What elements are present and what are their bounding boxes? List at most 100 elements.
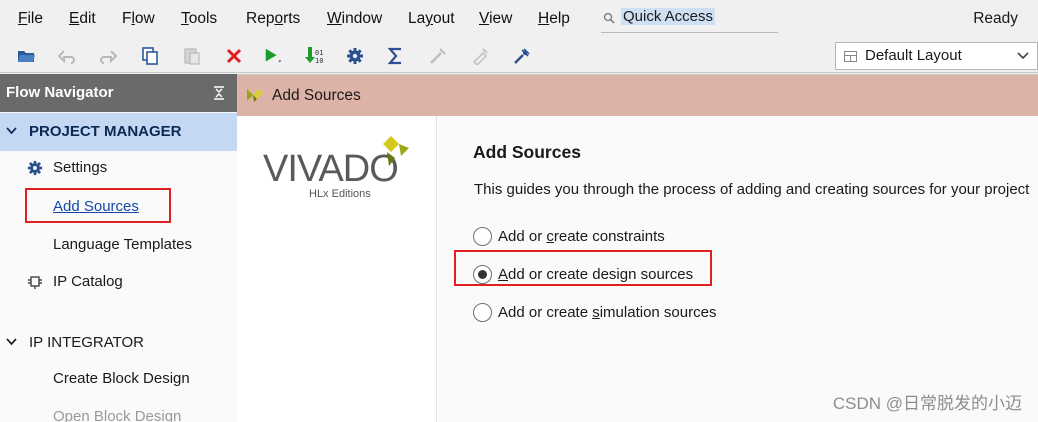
watermark: CSDN @日常脱发的小迈 — [832, 394, 1022, 413]
flow-navigator-header: Flow Navigator — [0, 74, 237, 112]
radio-constraints[interactable]: Add or create constraints — [473, 227, 665, 246]
menu-view-text-rest: iew — [489, 10, 513, 27]
chevron-down-icon — [6, 127, 17, 135]
gear-icon — [347, 48, 363, 64]
tool-button-disabled-2[interactable] — [470, 46, 490, 66]
menu-file[interactable]: File — [18, 10, 43, 28]
radio-button-simulation-sources[interactable] — [473, 303, 492, 322]
download-bits-icon: 0110 — [305, 47, 323, 65]
paste-icon — [184, 48, 200, 65]
debug-button[interactable] — [512, 46, 532, 66]
dialog-title-bar: Add Sources — [237, 74, 1038, 116]
menu-view[interactable]: View — [479, 10, 512, 28]
menu-window-mnemonic: W — [327, 10, 342, 27]
radio-label-simulation-sources: Add or create simulation sources — [498, 304, 716, 321]
nav-item-create-block-design[interactable]: Create Block Design — [53, 370, 190, 387]
menu-bar: File Edit Flow Tools Reports Window Layo… — [0, 0, 1038, 38]
menu-layout-mnemonic: y — [425, 10, 433, 27]
program-device-button[interactable]: 01 10 — [303, 46, 323, 66]
radio-design-sources[interactable]: Add or create design sources — [473, 265, 693, 284]
redo-icon — [100, 50, 117, 64]
nav-item-open-block-design: Open Block Design — [53, 408, 182, 422]
paste-button[interactable] — [182, 46, 202, 66]
menu-reports-mnemonic: o — [274, 10, 284, 27]
menu-edit-mnemonic: E — [69, 10, 80, 27]
radio-label-constraints: Add or create constraints — [498, 228, 665, 245]
menu-edit[interactable]: Edit — [69, 10, 96, 28]
svg-text:01: 01 — [315, 49, 323, 57]
section-project-manager[interactable]: PROJECT MANAGER — [0, 113, 237, 151]
menu-tools[interactable]: Tools — [181, 10, 217, 28]
nav-item-settings-label: Settings — [53, 159, 108, 176]
undo-icon — [58, 50, 75, 64]
radio-label-design-mnemonic: A — [498, 266, 509, 283]
flow-navigator-title: Flow Navigator — [6, 84, 114, 101]
radio-label-constraints-post: reate constraints — [553, 228, 665, 245]
delete-button[interactable] — [224, 46, 244, 66]
open-project-button[interactable] — [17, 46, 37, 66]
menu-reports-text: Rep — [246, 10, 275, 27]
menu-flow-text-rest: ow — [134, 10, 155, 27]
wand-icon — [430, 48, 446, 64]
settings-button[interactable] — [345, 46, 365, 66]
radio-label-constraints-mnemonic: c — [546, 228, 554, 245]
quick-access-search[interactable]: Quick Access — [601, 6, 778, 33]
radio-label-design-sources: Add or create design sources — [498, 266, 693, 283]
menu-layout[interactable]: Layout — [408, 10, 455, 28]
menu-layout-text-rest: out — [433, 10, 455, 27]
tool-button-disabled-1[interactable] — [428, 46, 448, 66]
menu-tools-text-rest: ools — [188, 10, 218, 27]
menu-window-text-rest: indow — [341, 10, 383, 27]
collapse-all-icon[interactable] — [213, 86, 225, 100]
flow-navigator: Flow Navigator PROJECT MANAGER Settings … — [0, 74, 237, 422]
menu-reports[interactable]: Reports — [246, 10, 300, 28]
dialog-description: This guides you through the process of a… — [474, 181, 1030, 198]
chevron-down-icon — [6, 338, 17, 346]
layout-dropdown[interactable]: Default Layout — [835, 42, 1038, 70]
nav-item-add-sources[interactable]: Add Sources — [53, 198, 139, 215]
ip-chip-icon — [28, 275, 42, 289]
radio-button-constraints[interactable] — [473, 227, 492, 246]
radio-label-simulation-pre: Add or create — [498, 304, 593, 321]
report-sum-button[interactable] — [386, 46, 406, 66]
radio-simulation-sources[interactable]: Add or create simulation sources — [473, 303, 716, 322]
folder-open-icon — [18, 51, 35, 62]
nav-item-language-templates[interactable]: Language Templates — [53, 236, 192, 253]
dialog-title: Add Sources — [272, 87, 361, 104]
copy-icon — [142, 47, 158, 65]
menu-help-mnemonic: H — [538, 10, 550, 27]
gear-icon — [27, 160, 43, 175]
vivado-edition: HLx Editions — [309, 188, 371, 200]
menu-file-text-rest: ile — [27, 10, 43, 27]
menu-help[interactable]: Help — [538, 10, 570, 28]
quick-access-text: Quick Access — [621, 8, 716, 25]
undo-button[interactable] — [57, 46, 77, 66]
search-icon — [603, 12, 615, 24]
dialog-main-panel: Add Sources This guides you through the … — [438, 116, 1038, 422]
dialog-side-panel: VIVADO HLx Editions — [237, 116, 437, 422]
menu-edit-text-rest: dit — [79, 10, 96, 27]
redo-button[interactable] — [98, 46, 118, 66]
nav-item-ip-catalog[interactable]: IP Catalog — [27, 273, 123, 290]
nav-item-ip-catalog-label: IP Catalog — [53, 273, 123, 290]
run-button[interactable] — [263, 46, 283, 66]
radio-label-simulation-mnemonic: s — [592, 304, 600, 321]
debug-probe-icon — [514, 48, 530, 64]
probe-icon — [472, 48, 488, 65]
vivado-logo-icon — [247, 89, 263, 102]
dialog-heading: Add Sources — [473, 142, 581, 162]
radio-button-design-sources[interactable] — [473, 265, 492, 284]
menu-window[interactable]: Window — [327, 10, 382, 28]
section-ip-integrator[interactable]: IP INTEGRATOR — [0, 324, 237, 362]
menu-flow[interactable]: Flow — [122, 10, 155, 28]
copy-button[interactable] — [140, 46, 160, 66]
radio-label-design-post: dd or create design sources — [508, 266, 694, 283]
menu-view-mnemonic: V — [479, 10, 490, 27]
radio-label-constraints-pre: Add or — [498, 228, 547, 245]
sigma-icon — [387, 47, 401, 65]
nav-item-settings[interactable]: Settings — [27, 159, 107, 176]
add-sources-dialog: Add Sources VIVADO HLx Editions Add Sour… — [237, 74, 1038, 422]
layout-dropdown-value: Default Layout — [865, 47, 962, 64]
status-text: Ready — [973, 10, 1018, 27]
radio-label-simulation-post: imulation sources — [599, 304, 717, 321]
